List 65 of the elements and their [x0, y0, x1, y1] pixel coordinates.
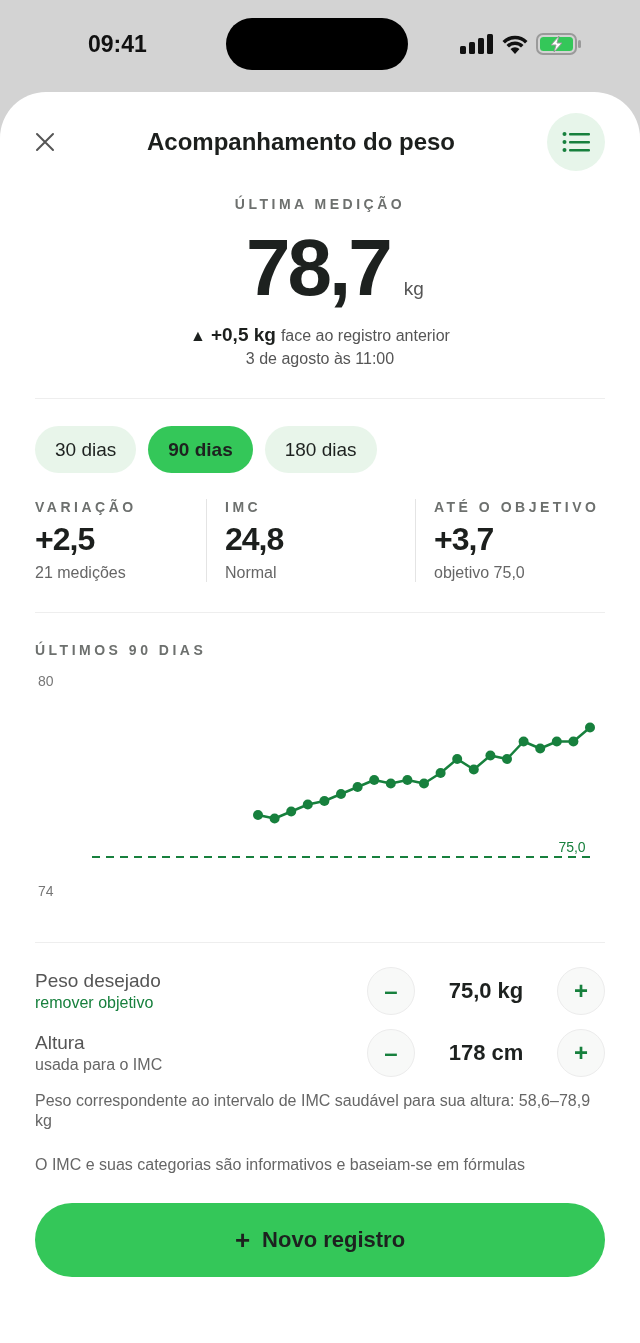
data-point — [319, 796, 330, 806]
measurement-date: 3 de agosto às 11:00 — [245, 350, 395, 368]
battery-icon — [536, 33, 582, 55]
axis-tick-label: 80 — [38, 673, 54, 689]
wifi-icon — [502, 34, 528, 54]
latest-label: ÚLTIMA MEDIÇÃO — [234, 196, 406, 212]
list-icon — [562, 131, 590, 153]
data-point — [369, 775, 380, 785]
stat-label: VARIAÇÃO — [35, 499, 138, 515]
data-point — [269, 813, 280, 824]
goal-label: 75,0 — [558, 839, 586, 855]
data-point — [302, 799, 313, 810]
data-point — [352, 782, 363, 792]
weight-change: +0,5 kg — [210, 324, 276, 346]
stat-value: +3,7 — [434, 521, 495, 558]
data-point — [286, 806, 297, 817]
screen-title: Acompanhamento do peso — [147, 128, 455, 156]
new-entry-button[interactable]: + Novo registro — [35, 1203, 605, 1277]
data-point — [336, 789, 346, 799]
stat-label: ATÉ O OBJETIVO — [434, 499, 601, 515]
setting-label: Peso desejado — [35, 970, 161, 992]
stat-note: objetivo 75,0 — [434, 564, 526, 582]
setting-value: 75,0 kg — [447, 978, 525, 1004]
range-tab[interactable]: 90 dias — [148, 426, 253, 473]
data-point — [585, 722, 595, 733]
data-point — [568, 736, 579, 747]
data-point — [419, 778, 429, 789]
data-point — [253, 810, 263, 820]
stat-note: 21 medições — [35, 564, 127, 582]
increase-button[interactable]: + — [557, 967, 605, 1015]
data-point — [485, 750, 496, 761]
data-point — [535, 743, 546, 754]
data-point — [452, 754, 463, 764]
weight-unit: kg — [403, 278, 424, 300]
data-point — [518, 736, 529, 747]
latest-weight: 78,7 — [246, 222, 390, 314]
info-text: Peso correspondente ao intervalo de IMC saudável para sua altura: 58,6–78,9 kg — [35, 1091, 592, 1131]
setting-value: 178 cm — [447, 1040, 525, 1066]
status-time: 09:41 — [88, 30, 147, 58]
close-button[interactable] — [35, 132, 55, 152]
data-point — [435, 768, 446, 778]
decrease-button[interactable]: – — [367, 967, 415, 1015]
axis-tick-label: 74 — [38, 883, 54, 899]
stat-note: Normal — [225, 564, 278, 582]
close-icon — [35, 132, 55, 152]
up-triangle-icon: ▲ — [190, 327, 206, 345]
range-tab[interactable]: 180 dias — [264, 426, 377, 473]
stat-value: 24,8 — [225, 521, 285, 558]
setting-label: Altura — [35, 1032, 86, 1054]
increase-button[interactable]: + — [557, 1029, 605, 1077]
data-point — [402, 775, 413, 785]
chart-title: ÚLTIMOS 90 DIAS — [35, 642, 208, 658]
stat-label: IMC — [225, 499, 263, 515]
range-tab[interactable]: 30 dias — [35, 426, 137, 473]
decrease-button[interactable]: – — [367, 1029, 415, 1077]
data-point — [502, 754, 512, 764]
data-point — [385, 778, 396, 789]
remove-goal-link[interactable]: remover objetivo — [35, 994, 161, 1012]
data-point — [551, 736, 562, 747]
setting-hint: usada para o IMC — [35, 1056, 163, 1074]
change-note: face ao registro anterior — [280, 327, 450, 345]
signal-icon — [460, 34, 494, 54]
stat-value: +2,5 — [35, 521, 96, 558]
info-text: O IMC e suas categorias são informativos e baseiam-se em fórmulas — [35, 1155, 526, 1175]
data-point — [468, 764, 479, 775]
